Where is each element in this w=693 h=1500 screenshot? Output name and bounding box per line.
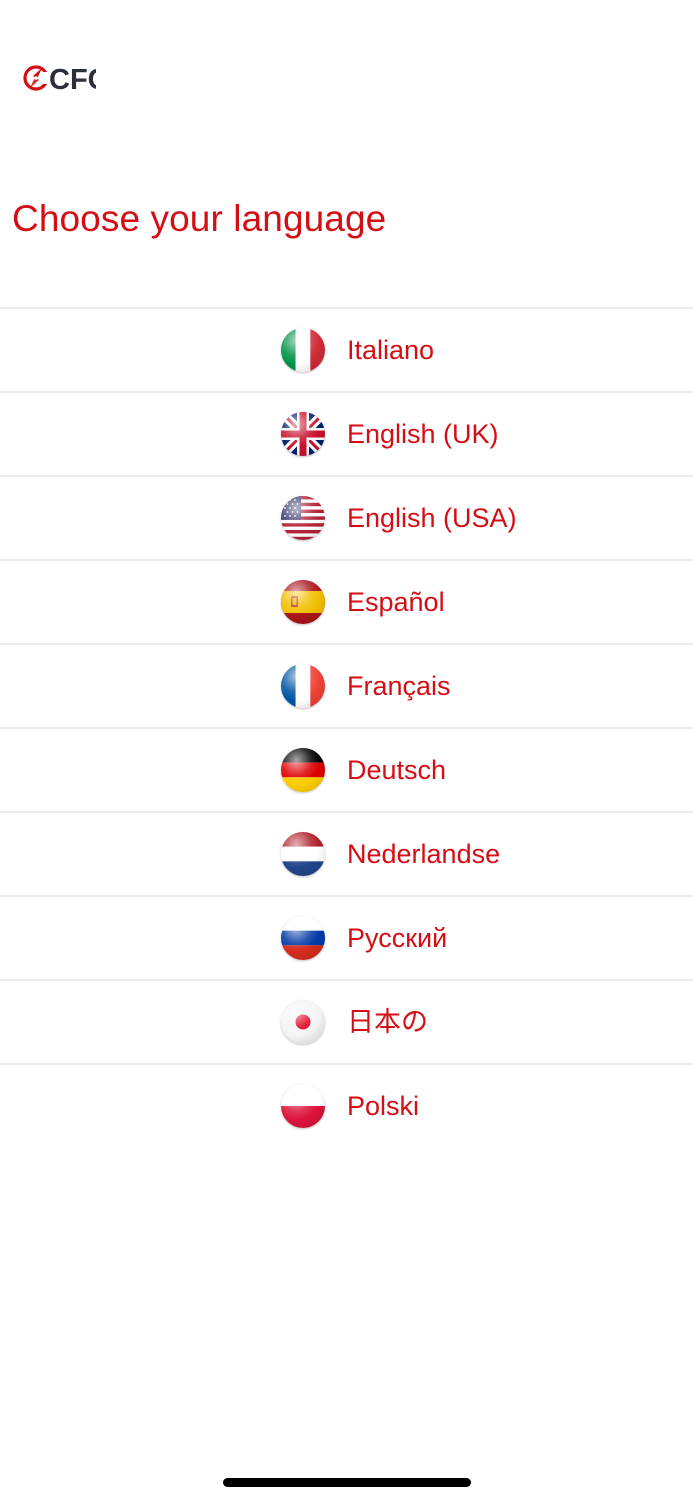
language-label: 日本の — [347, 1007, 428, 1037]
language-label: English (USA) — [347, 503, 517, 533]
app-logo: CFC — [22, 60, 96, 96]
language-label: Italiano — [347, 335, 435, 365]
france-flag-icon — [281, 664, 325, 708]
language-item-italiano[interactable]: Italiano — [0, 307, 693, 391]
spain-flag-icon — [281, 580, 325, 624]
home-indicator[interactable] — [223, 1478, 471, 1487]
usa-flag-icon — [281, 496, 325, 540]
compass-logo-icon: CFC — [23, 64, 96, 96]
germany-flag-icon — [281, 748, 325, 792]
language-list: Italiano English (UK) English (USA) Espa… — [0, 307, 693, 1147]
japan-flag-icon — [281, 1000, 325, 1044]
language-item-espanol[interactable]: Español — [0, 559, 693, 643]
logo-text: CFC — [49, 64, 96, 96]
italy-flag-icon — [281, 328, 325, 372]
language-item-english-uk[interactable]: English (UK) — [0, 391, 693, 475]
language-label: Polski — [347, 1091, 420, 1121]
language-label: Nederlandse — [347, 839, 501, 869]
language-label: Español — [347, 587, 445, 617]
poland-flag-icon — [281, 1084, 325, 1128]
language-item-russian[interactable]: Русский — [0, 895, 693, 979]
language-label: Русский — [347, 923, 448, 953]
language-item-japanese[interactable]: 日本の — [0, 979, 693, 1063]
uk-flag-icon — [281, 412, 325, 456]
language-label: Français — [347, 671, 451, 701]
language-label: Deutsch — [347, 755, 447, 785]
language-item-nederlandse[interactable]: Nederlandse — [0, 811, 693, 895]
netherlands-flag-icon — [281, 832, 325, 876]
russia-flag-icon — [281, 916, 325, 960]
page-title: Choose your language — [12, 198, 387, 239]
language-label: English (UK) — [347, 419, 499, 449]
language-item-francais[interactable]: Français — [0, 643, 693, 727]
language-item-english-usa[interactable]: English (USA) — [0, 475, 693, 559]
language-item-deutsch[interactable]: Deutsch — [0, 727, 693, 811]
language-item-polski[interactable]: Polski — [0, 1063, 693, 1147]
